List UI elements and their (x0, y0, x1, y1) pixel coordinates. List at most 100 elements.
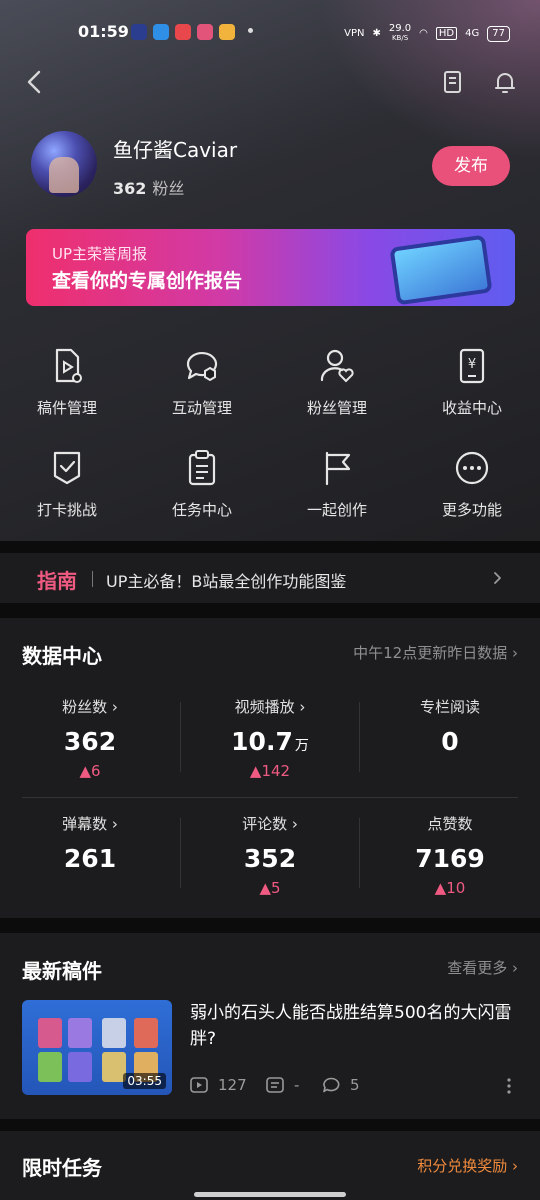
limited-tasks-section: 限时任务 积分兑换奖励 › (0, 1131, 540, 1200)
back-icon[interactable] (22, 68, 48, 96)
home-indicator[interactable] (194, 1192, 346, 1197)
stat-video-plays[interactable]: 视频播放 › 10.7 万 ▲142 (180, 696, 360, 780)
view-more-text: 查看更多 (447, 959, 508, 977)
points-exchange-link[interactable]: 积分兑换奖励 › (417, 1155, 518, 1176)
post-plays: 127 (190, 1076, 247, 1094)
report-icon[interactable] (439, 68, 467, 96)
signal-icon: 4G (465, 28, 480, 39)
manuscript-icon (55, 348, 82, 383)
stat-danmaku[interactable]: 弹幕数 › 261 (0, 813, 180, 873)
guide-bar[interactable]: 指南 UP主必备！B站最全创作功能图鉴 (0, 553, 540, 603)
bluetooth-icon: ✱ (372, 28, 381, 39)
tool-fans-manage[interactable]: 粉丝管理 (287, 346, 387, 426)
publish-button[interactable]: 发布 (432, 146, 510, 186)
tool-label: 收益中心 (441, 399, 502, 417)
network-speed: 29.0 KB/S (389, 24, 411, 43)
tool-more-features[interactable]: 更多功能 (422, 448, 522, 528)
tool-task-center[interactable]: 任务中心 (152, 448, 252, 528)
tool-label: 互动管理 (171, 399, 232, 417)
username[interactable]: 鱼仔酱Caviar (113, 134, 237, 163)
fans-icon (320, 349, 354, 383)
fans-summary[interactable]: 362 粉丝 (113, 175, 184, 199)
app-notification-icon (175, 24, 191, 40)
more-icon (455, 451, 489, 485)
status-bar: 01:59 VPN ✱ 29.0 KB/S ◠ HD 4G 77 (0, 22, 540, 46)
post-thumbnail[interactable]: 03:55 (22, 1000, 172, 1095)
stat-unit: 万 (294, 738, 309, 754)
stat-comments[interactable]: 评论数 › 352 ▲5 (180, 813, 360, 897)
vpn-icon: VPN (344, 28, 365, 39)
view-more-link[interactable]: 查看更多 › (447, 957, 518, 978)
stat-value: 362 (63, 727, 117, 756)
section-divider (0, 1119, 540, 1131)
stat-delta: 6 (91, 762, 101, 780)
tool-create-together[interactable]: 一起创作 (287, 448, 387, 528)
tv-illustration-icon (389, 234, 493, 306)
danmaku-icon (266, 1077, 284, 1093)
tool-checkin-challenge[interactable]: 打卡挑战 (17, 448, 117, 528)
tool-label: 稿件管理 (36, 399, 97, 417)
post-comments: 5 (322, 1076, 360, 1094)
post-danmaku: - (266, 1076, 299, 1094)
data-update-note-text: 中午12点更新昨日数据 (353, 644, 508, 662)
tool-interaction-manage[interactable]: 互动管理 (152, 346, 252, 426)
tool-label: 更多功能 (441, 501, 502, 519)
chevron-right-icon (494, 572, 501, 584)
stat-label: 评论数 (242, 815, 288, 833)
guide-text: UP主必备！B站最全创作功能图鉴 (106, 572, 347, 591)
stat-likes[interactable]: 点赞数 7169 ▲10 (360, 813, 540, 897)
stat-value: 352 (243, 844, 297, 873)
app-notification-icon (131, 24, 147, 40)
battery-icon: 77 (487, 25, 510, 42)
income-icon: ¥ (459, 348, 485, 384)
comment-icon (323, 1077, 340, 1093)
stat-label: 粉丝数 (62, 698, 108, 716)
tool-label: 粉丝管理 (306, 399, 367, 417)
weekly-report-banner[interactable]: UP主荣誉周报 查看你的专属创作报告 (26, 229, 515, 306)
stat-value: 0 (441, 727, 459, 756)
app-notification-icon (219, 24, 235, 40)
post-plays-value: 127 (218, 1076, 247, 1094)
section-divider (0, 541, 540, 553)
points-exchange-text: 积分兑换奖励 (417, 1157, 508, 1175)
app-notification-icon (197, 24, 213, 40)
stat-divider (180, 702, 181, 772)
post-title[interactable]: 弱小的石头人能否战胜结算500名的大闪雷胖? (190, 1000, 520, 1052)
avatar[interactable] (31, 131, 97, 197)
data-update-note[interactable]: 中午12点更新昨日数据 › (353, 642, 518, 663)
stat-label: 点赞数 (427, 815, 473, 833)
checkin-icon (53, 451, 81, 485)
more-notifications-dot (248, 28, 253, 33)
data-center-section: 数据中心 中午12点更新昨日数据 › 粉丝数 › 362 ▲6 视频播放 › 1… (0, 618, 540, 918)
more-options-icon[interactable] (505, 1077, 513, 1095)
stat-label: 弹幕数 (62, 815, 108, 833)
section-divider (0, 918, 540, 933)
latest-posts-title: 最新稿件 (22, 959, 102, 983)
stat-fans[interactable]: 粉丝数 › 362 ▲6 (0, 696, 180, 780)
tool-manuscript-manage[interactable]: 稿件管理 (17, 346, 117, 426)
tool-label: 任务中心 (171, 501, 232, 519)
game-card-icon (68, 1052, 92, 1082)
fans-count: 362 (113, 179, 147, 198)
game-card-icon (102, 1018, 126, 1048)
guide-tag: 指南 (37, 569, 77, 593)
task-icon (188, 450, 216, 486)
banner-title: 查看你的专属创作报告 (52, 270, 243, 292)
notification-icons (131, 24, 235, 40)
interaction-icon (186, 351, 218, 382)
fans-label: 粉丝 (152, 179, 185, 198)
network-speed-value: 29.0 (388, 23, 412, 34)
data-center-title: 数据中心 (22, 644, 102, 668)
stat-article-reads[interactable]: 专栏阅读 0 (360, 696, 540, 756)
banner-subtitle: UP主荣誉周报 (52, 245, 148, 263)
wifi-icon: ◠ (419, 28, 428, 39)
tool-income-center[interactable]: ¥ 收益中心 (422, 346, 522, 426)
limited-tasks-title: 限时任务 (22, 1156, 102, 1180)
section-divider (0, 603, 540, 618)
stat-value: 261 (63, 844, 117, 873)
game-card-icon (102, 1052, 126, 1082)
game-card-icon (134, 1018, 158, 1048)
notification-bell-icon[interactable] (491, 68, 519, 96)
stat-divider (22, 797, 518, 798)
stat-divider (359, 702, 360, 772)
